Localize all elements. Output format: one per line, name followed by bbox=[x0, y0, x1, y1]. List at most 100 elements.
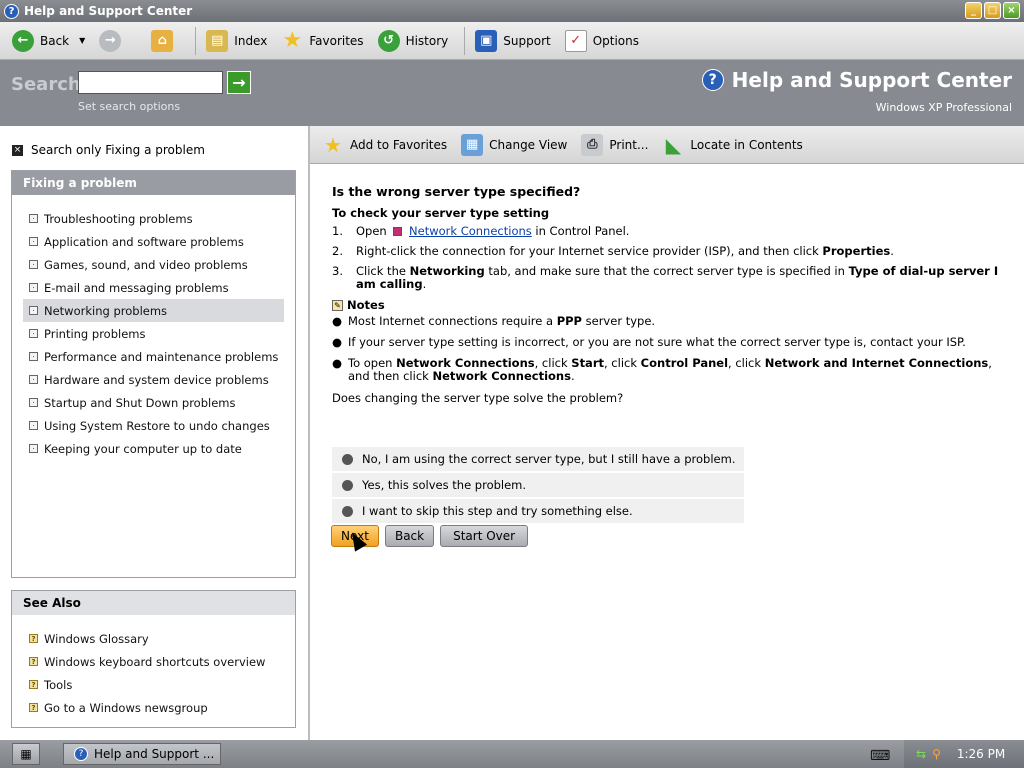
fixing-problem-box: Fixing a problem · Troubleshooting proble… bbox=[11, 170, 296, 578]
note-item: ● Most Internet connections require a PP… bbox=[332, 314, 656, 328]
index-button[interactable]: ▤ Index bbox=[202, 26, 271, 56]
print-label: Print... bbox=[609, 137, 649, 152]
radio-icon[interactable] bbox=[342, 453, 353, 465]
forward-arrow-icon: → bbox=[99, 29, 122, 52]
note-text: server type. bbox=[585, 314, 656, 328]
list-item[interactable]: · Application and software problems bbox=[23, 230, 284, 253]
see-also-link[interactable]: ? Windows Glossary bbox=[23, 627, 284, 650]
list-item[interactable]: · Startup and Shut Down problems bbox=[23, 391, 284, 414]
list-item[interactable]: · Performance and maintenance problems bbox=[23, 345, 284, 368]
list-item[interactable]: · Hardware and system device problems bbox=[23, 368, 284, 391]
keyboard-icon[interactable]: ⌨ bbox=[870, 748, 890, 764]
step-3: 3. Click the Networking tab, and make su… bbox=[332, 264, 999, 291]
close-button[interactable]: × bbox=[1003, 2, 1020, 19]
list-item-label: Startup and Shut Down problems bbox=[44, 395, 236, 410]
print-button[interactable]: ⎙ Print... bbox=[577, 130, 652, 160]
topic-icon: · bbox=[29, 329, 38, 338]
note-text: To open bbox=[348, 356, 393, 370]
clock: 1:26 PM bbox=[956, 747, 1006, 761]
history-button[interactable]: ↺ History bbox=[374, 26, 453, 56]
app-title: ? Help and Support Center bbox=[701, 68, 1012, 92]
topic-icon: · bbox=[29, 260, 38, 269]
search-input[interactable] bbox=[78, 71, 223, 94]
favorites-button[interactable]: ★ Favorites bbox=[277, 26, 367, 56]
list-item[interactable]: · Using System Restore to undo changes bbox=[23, 414, 284, 437]
back-button-wizard[interactable]: Back bbox=[384, 525, 435, 547]
list-item[interactable]: · Keeping your computer up to date bbox=[23, 437, 284, 460]
radio-option[interactable]: Yes, this solves the problem. bbox=[332, 473, 744, 497]
chevron-down-icon[interactable]: ▼ bbox=[79, 36, 85, 45]
network-connections-link[interactable]: Network Connections bbox=[409, 224, 532, 238]
see-also-link[interactable]: ? Tools bbox=[23, 673, 284, 696]
options-checklist-icon: ✓ bbox=[564, 29, 587, 52]
locate-in-contents-button[interactable]: ◣ Locate in Contents bbox=[658, 130, 806, 160]
radio-option[interactable]: No, I am using the correct server type, … bbox=[332, 447, 744, 471]
locate-arrow-icon: ◣ bbox=[665, 132, 682, 157]
start-over-button[interactable]: Start Over bbox=[440, 525, 529, 547]
network-tray-icon[interactable]: ⇆ bbox=[916, 747, 926, 761]
history-label: History bbox=[405, 33, 449, 48]
topic-icon: · bbox=[29, 352, 38, 361]
change-view-button[interactable]: ▦ Change View bbox=[457, 130, 571, 160]
notes-heading: ✎ Notes bbox=[332, 298, 1012, 312]
toolbar-divider bbox=[195, 26, 197, 55]
main-toolbar: ← Back ▼ → ⌂ ▤ Index ★ Favorites ↺ Histo… bbox=[0, 22, 1024, 60]
search-only-checkbox[interactable]: × Search only Fixing a problem bbox=[12, 143, 205, 157]
step-text: Click the bbox=[356, 264, 406, 278]
question-text: Does changing the server type solve the … bbox=[332, 391, 624, 405]
maximize-button[interactable]: □ bbox=[984, 2, 1001, 19]
list-item-selected[interactable]: · Networking problems bbox=[23, 299, 284, 322]
list-item[interactable]: · Games, sound, and video problems bbox=[23, 253, 284, 276]
note-text: , click bbox=[534, 356, 568, 370]
help-icon: ? bbox=[701, 69, 724, 91]
list-item-label: Troubleshooting problems bbox=[44, 211, 193, 226]
system-tray: ⇆ ⚲ 1:26 PM bbox=[904, 740, 1024, 768]
window-title: Help and Support Center bbox=[24, 4, 193, 18]
note-bold: Network Connections bbox=[396, 356, 535, 370]
home-button[interactable]: ⌂ bbox=[147, 26, 183, 56]
back-arrow-icon: ← bbox=[12, 29, 34, 52]
search-tray-icon[interactable]: ⚲ bbox=[932, 747, 941, 761]
help-icon: ? bbox=[74, 747, 88, 761]
title-bar: ? Help and Support Center _ □ × bbox=[0, 0, 1024, 22]
search-go-button[interactable]: → bbox=[227, 71, 251, 94]
back-button[interactable]: ← Back ▼ bbox=[8, 26, 89, 56]
search-label: Search bbox=[11, 74, 81, 95]
list-item[interactable]: · Troubleshooting problems bbox=[23, 207, 284, 230]
radio-icon[interactable] bbox=[342, 479, 353, 491]
favorites-label: Favorites bbox=[309, 33, 364, 48]
task-label: Help and Support ... bbox=[94, 747, 215, 761]
see-also-link[interactable]: ? Go to a Windows newsgroup bbox=[23, 696, 284, 719]
change-view-icon: ▦ bbox=[461, 133, 484, 156]
help-topic-icon: ? bbox=[29, 634, 38, 643]
index-book-icon: ▤ bbox=[206, 29, 229, 52]
content-toolbar: ★ Add to Favorites ▦ Change View ⎙ Print… bbox=[310, 126, 1024, 164]
see-also-link[interactable]: ? Windows keyboard shortcuts overview bbox=[23, 650, 284, 673]
list-item-label: Games, sound, and video problems bbox=[44, 257, 248, 272]
answer-options: No, I am using the correct server type, … bbox=[332, 447, 744, 525]
options-button[interactable]: ✓ Options bbox=[561, 26, 643, 56]
note-bold: Network Connections bbox=[432, 369, 571, 383]
start-button[interactable]: ▦ bbox=[12, 743, 40, 765]
change-view-label: Change View bbox=[489, 137, 568, 152]
minimize-button[interactable]: _ bbox=[965, 2, 982, 19]
set-search-options-link[interactable]: Set search options bbox=[78, 100, 180, 113]
add-to-favorites-button[interactable]: ★ Add to Favorites bbox=[318, 130, 451, 160]
back-label: Back bbox=[40, 33, 70, 48]
taskbar-task-button[interactable]: ? Help and Support ... bbox=[63, 743, 221, 765]
see-also-label: Go to a Windows newsgroup bbox=[44, 700, 208, 715]
support-button[interactable]: ▣ Support bbox=[471, 26, 554, 56]
list-item-label: Performance and maintenance problems bbox=[44, 349, 279, 364]
index-label: Index bbox=[234, 33, 268, 48]
topic-icon: · bbox=[29, 283, 38, 292]
radio-icon[interactable] bbox=[342, 505, 353, 517]
forward-button[interactable]: → bbox=[95, 26, 131, 56]
see-also-box: See Also ? Windows Glossary ? Windows keyb… bbox=[11, 590, 296, 728]
list-item-label: Printing problems bbox=[44, 326, 146, 341]
list-item[interactable]: · Printing problems bbox=[23, 322, 284, 345]
radio-label: I want to skip this step and try somethi… bbox=[362, 504, 633, 518]
note-text: , click bbox=[604, 356, 638, 370]
step-1: 1. Open Network Connections in Control P… bbox=[332, 224, 630, 238]
radio-option[interactable]: I want to skip this step and try somethi… bbox=[332, 499, 744, 523]
list-item[interactable]: · E-mail and messaging problems bbox=[23, 276, 284, 299]
